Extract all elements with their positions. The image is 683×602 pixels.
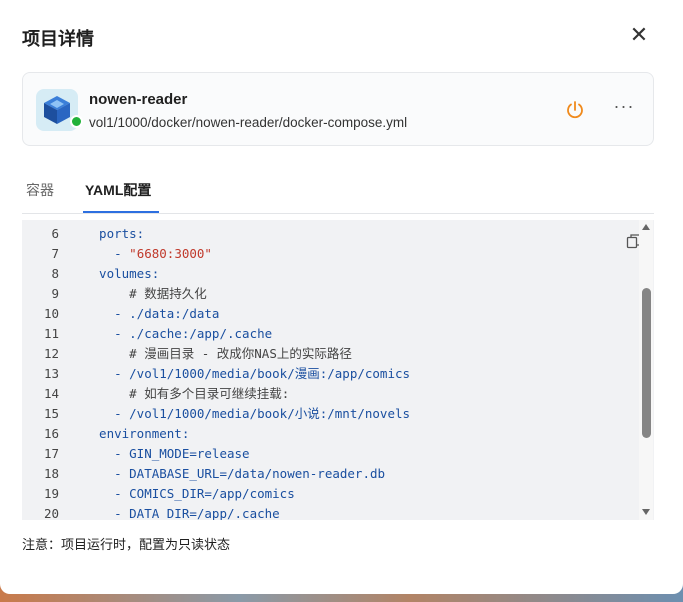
code-line: 6 ports: (22, 224, 642, 244)
code-line: 8 volumes: (22, 264, 642, 284)
active-tab-indicator (83, 211, 159, 213)
line-number: 14 (43, 386, 59, 401)
tab-yaml-config[interactable]: YAML配置 (85, 180, 151, 200)
code-line: 18 - DATABASE_URL=/data/nowen-reader.db (22, 464, 642, 484)
code-text: # 漫画目录 - 改成你NAS上的实际路径 (129, 346, 352, 361)
code-text: - DATA_DIR=/app/.cache (84, 506, 280, 520)
code-line: 15 - /vol1/1000/media/book/小说:/mnt/novel… (22, 404, 642, 424)
line-number: 15 (43, 406, 59, 421)
line-number: 17 (43, 446, 59, 461)
code-line: 13 - /vol1/1000/media/book/漫画:/app/comic… (22, 364, 642, 384)
code-text: - ./data:/data (84, 306, 220, 321)
scrollbar-thumb[interactable] (642, 288, 651, 438)
code-text: - DATABASE_URL=/data/nowen-reader.db (84, 466, 386, 481)
code-line: 20 - DATA_DIR=/app/.cache (22, 504, 642, 520)
project-details-dialog: 项目详情 ✕ nowen-reader vol1/1000/docker/now… (0, 0, 683, 594)
line-number: 18 (43, 466, 59, 481)
code-text: volumes: (84, 266, 160, 281)
power-icon[interactable] (564, 99, 586, 121)
code-line: 11 - ./cache:/app/.cache (22, 324, 642, 344)
line-number: 8 (51, 266, 59, 281)
compose-file-path: vol1/1000/docker/nowen-reader/docker-com… (89, 115, 408, 130)
code-text: environment: (84, 426, 190, 441)
code-text: - "6680:3000" (114, 246, 212, 261)
yaml-editor[interactable]: 6 ports: 7 - "6680:3000" 8 volumes: 9 # 数据持… (22, 220, 654, 520)
readonly-note: 注意：项目运行时，配置为只读状态 (22, 537, 231, 552)
line-number: 10 (43, 306, 59, 321)
code-text: - ./cache:/app/.cache (84, 326, 273, 341)
line-number: 13 (43, 366, 59, 381)
more-options-icon[interactable]: ··· (612, 96, 636, 120)
project-name: nowen-reader (89, 91, 188, 108)
line-number: 20 (43, 506, 59, 520)
code-text: - COMICS_DIR=/app/comics (84, 486, 295, 501)
scroll-up-arrow-icon[interactable] (642, 224, 650, 230)
dialog-title: 项目详情 (22, 29, 94, 49)
line-number: 12 (43, 346, 59, 361)
code-line: 19 - COMICS_DIR=/app/comics (22, 484, 642, 504)
line-number: 9 (51, 286, 59, 301)
code-text: ports: (84, 226, 145, 241)
code-line: 10 - ./data:/data (22, 304, 642, 324)
code-text: - GIN_MODE=release (84, 446, 250, 461)
code-text: - /vol1/1000/media/book/漫画:/app/comics (84, 366, 411, 381)
line-number: 19 (43, 486, 59, 501)
tab-containers[interactable]: 容器 (26, 180, 54, 200)
tab-bar: 容器 YAML配置 (22, 168, 654, 214)
project-card: nowen-reader vol1/1000/docker/nowen-read… (22, 72, 654, 146)
line-number: 7 (51, 246, 59, 261)
code-line: 9 # 数据持久化 (22, 284, 642, 304)
code-line: 16 environment: (22, 424, 642, 444)
scroll-down-arrow-icon[interactable] (642, 509, 650, 515)
code-line: 7 - "6680:3000" (22, 244, 642, 264)
running-status-dot (70, 115, 83, 128)
code-text: # 如有多个目录可继续挂载: (129, 386, 290, 401)
code-line: 12 # 漫画目录 - 改成你NAS上的实际路径 (22, 344, 642, 364)
clipped-line-fragment (212, 220, 242, 222)
line-number: 11 (43, 326, 59, 341)
line-number: 6 (51, 226, 59, 241)
code-text: - /vol1/1000/media/book/小说:/mnt/novels (84, 406, 411, 421)
line-number: 16 (43, 426, 59, 441)
code-line: 14 # 如有多个目录可继续挂载: (22, 384, 642, 404)
code-text: # 数据持久化 (129, 286, 207, 301)
code-line: 17 - GIN_MODE=release (22, 444, 642, 464)
close-icon[interactable]: ✕ (626, 23, 652, 49)
